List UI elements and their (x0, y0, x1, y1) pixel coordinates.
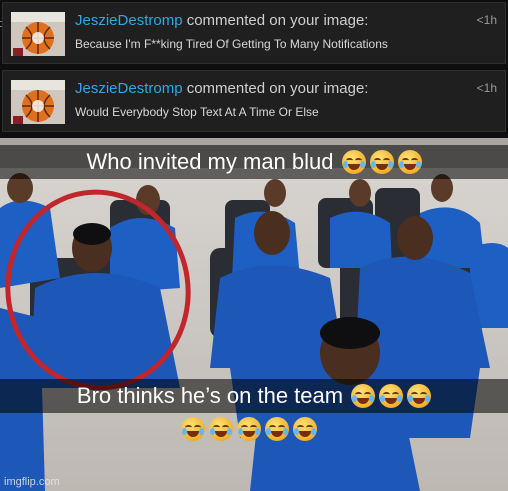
crying-face-icon (209, 417, 233, 441)
notification-comment: Would Everybody Stop Text At A Time Or E… (75, 105, 319, 119)
notification-time: <1h (476, 13, 497, 27)
notification-comment: Because I'm F**king Tired Of Getting To … (75, 37, 388, 51)
emoji-row (351, 384, 432, 408)
crying-face-icon (351, 384, 376, 408)
crying-face-icon (407, 384, 432, 408)
notification-action: commented on your image: (182, 80, 369, 97)
emoji-row (181, 417, 317, 441)
username-link[interactable]: JeszieDestromp (75, 80, 183, 97)
avatar[interactable] (11, 80, 65, 124)
crying-face-icon (369, 150, 394, 174)
top-caption: Who invited my man blud (0, 145, 508, 179)
crying-face-icon (341, 150, 366, 174)
crying-face-icon (293, 417, 317, 441)
notification-panel: c JeszieDestromp commented on your image… (0, 0, 508, 138)
meme-photo: Who invited my man blud Bro thinks he’s … (0, 138, 508, 491)
notification-action: commented on your image: (182, 12, 369, 29)
notification-item[interactable]: JeszieDestromp commented on your image: … (2, 70, 506, 132)
crying-face-icon (237, 417, 261, 441)
crying-face-icon (397, 150, 422, 174)
crying-face-icon (181, 417, 205, 441)
watermark: imgflip.com (4, 476, 60, 488)
notification-title: JeszieDestromp commented on your image: (75, 12, 368, 29)
notification-title: JeszieDestromp commented on your image: (75, 80, 368, 97)
avatar[interactable] (11, 12, 65, 56)
bottom-caption-text: Bro thinks he’s on the team (76, 383, 344, 408)
bottom-caption: Bro thinks he’s on the team (0, 379, 508, 413)
notification-time: <1h (476, 81, 497, 95)
crying-face-icon (379, 384, 404, 408)
emoji-row (341, 150, 422, 174)
notification-item[interactable]: JeszieDestromp commented on your image: … (2, 2, 506, 64)
top-caption-text: Who invited my man blud (86, 149, 334, 174)
crying-face-icon (265, 417, 289, 441)
username-link[interactable]: JeszieDestromp (75, 12, 183, 29)
